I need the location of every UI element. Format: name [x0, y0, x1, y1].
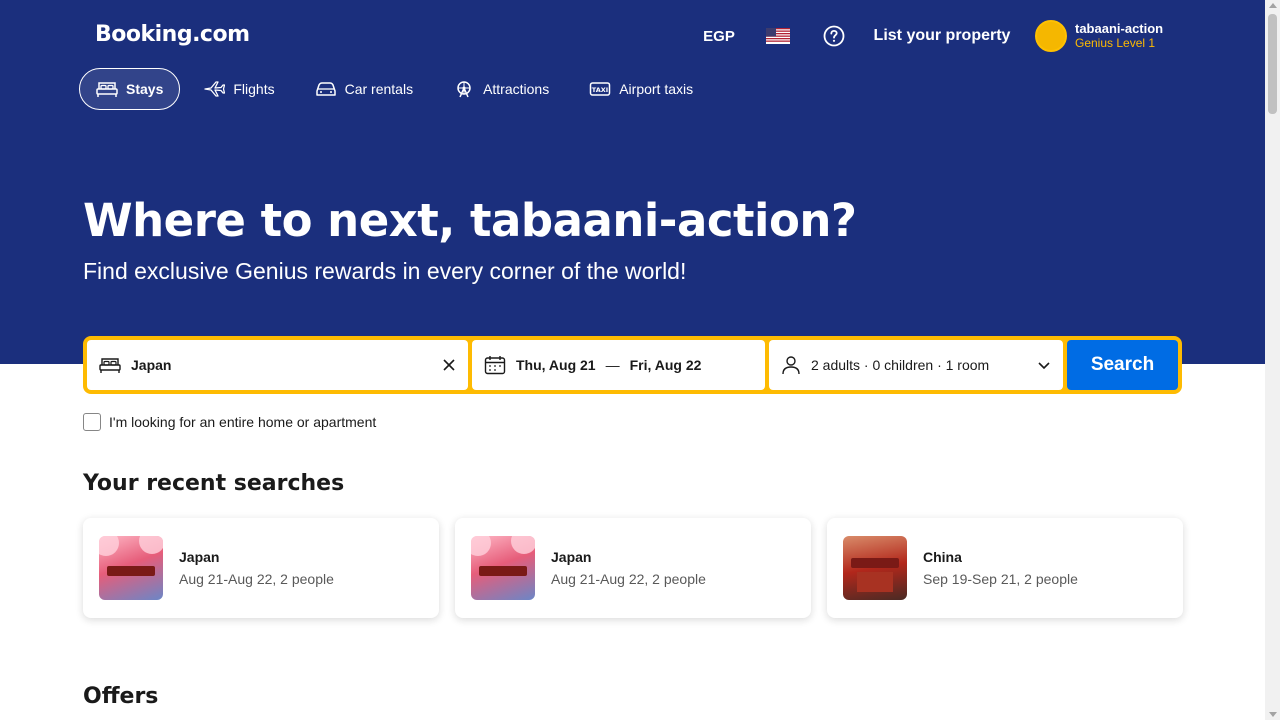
person-icon: [782, 356, 800, 375]
checkout-date[interactable]: Fri, Aug 22: [630, 357, 702, 373]
account-name: tabaani-action: [1075, 21, 1164, 36]
tab-label: Attractions: [483, 81, 550, 97]
clear-icon[interactable]: [442, 358, 456, 372]
plane-icon: [204, 81, 226, 97]
destination-thumbnail: [843, 536, 907, 600]
hero-title: Where to next, tabaani-action?: [83, 194, 857, 247]
recent-searches-list: Japan Aug 21-Aug 22, 2 people Japan Aug …: [83, 518, 1183, 618]
genius-level: Genius Level 1: [1075, 35, 1156, 50]
hero-banner: Where to next, tabaani-action? Find excl…: [0, 124, 1280, 364]
tab-attractions[interactable]: Attractions: [436, 68, 566, 110]
taxi-icon: TAXI: [589, 82, 611, 96]
recent-search-city: Japan: [179, 549, 220, 565]
search-button[interactable]: Search: [1067, 340, 1178, 390]
entire-home-option[interactable]: I'm looking for an entire home or apartm…: [83, 413, 376, 431]
tab-label: Flights: [233, 81, 275, 97]
car-icon: [315, 82, 336, 96]
entire-home-checkbox[interactable]: [83, 413, 101, 431]
tab-label: Stays: [126, 81, 164, 97]
attractions-icon: [457, 81, 471, 98]
scroll-thumb[interactable]: [1268, 14, 1277, 114]
currency-label: EGP: [703, 27, 735, 45]
date-separator: —: [605, 357, 620, 373]
search-bar: Thu, Aug 21 — Fri, Aug 22 2 adults · 0 c…: [83, 336, 1182, 394]
recent-search-card[interactable]: Japan Aug 21-Aug 22, 2 people: [83, 518, 439, 618]
destination-field[interactable]: [87, 340, 468, 390]
header: Booking.com EGP List your property tabaa…: [0, 0, 1280, 124]
avatar: [1035, 20, 1067, 52]
checkin-date[interactable]: Thu, Aug 21: [516, 357, 596, 373]
chevron-down-icon: [1038, 362, 1050, 370]
tab-label: Airport taxis: [619, 81, 694, 97]
recent-searches-title: Your recent searches: [83, 471, 345, 496]
offers-title: Offers: [83, 684, 159, 709]
bed-icon: [99, 358, 121, 373]
page-scrollbar[interactable]: [1265, 0, 1280, 720]
dates-field[interactable]: Thu, Aug 21 — Fri, Aug 22: [472, 340, 765, 390]
calendar-icon: [484, 356, 506, 375]
destination-thumbnail: [99, 536, 163, 600]
flag-icon: [766, 28, 790, 44]
destination-input[interactable]: [131, 357, 411, 373]
scroll-down-arrow[interactable]: [1269, 712, 1277, 717]
list-property-label: List your property: [873, 27, 1011, 44]
bed-icon: [96, 82, 118, 97]
recent-search-card[interactable]: China Sep 19-Sep 21, 2 people: [827, 518, 1183, 618]
booking-logo[interactable]: Booking.com: [95, 22, 250, 47]
destination-thumbnail: [471, 536, 535, 600]
account-menu[interactable]: tabaani-action Genius Level 1: [1027, 12, 1178, 60]
hero-subtitle: Find exclusive Genius rewards in every c…: [83, 258, 687, 284]
tab-flights[interactable]: Flights: [186, 68, 291, 110]
currency-button[interactable]: EGP: [693, 12, 745, 60]
recent-search-details: Aug 21-Aug 22, 2 people: [551, 571, 706, 587]
list-property-button[interactable]: List your property: [865, 12, 1019, 60]
language-button[interactable]: [754, 12, 802, 60]
scroll-up-arrow[interactable]: [1269, 3, 1277, 8]
recent-search-details: Sep 19-Sep 21, 2 people: [923, 571, 1078, 587]
help-button[interactable]: [810, 12, 858, 60]
recent-search-city: China: [923, 549, 962, 565]
tab-car-rentals[interactable]: Car rentals: [298, 68, 430, 110]
recent-search-card[interactable]: Japan Aug 21-Aug 22, 2 people: [455, 518, 811, 618]
svg-text:TAXI: TAXI: [592, 86, 608, 94]
tab-label: Car rentals: [344, 81, 414, 97]
tab-stays[interactable]: Stays: [79, 68, 181, 110]
guests-field[interactable]: 2 adults · 0 children · 1 room: [769, 340, 1063, 390]
guests-summary: 2 adults · 0 children · 1 room: [811, 357, 990, 373]
entire-home-label[interactable]: I'm looking for an entire home or apartm…: [109, 414, 376, 430]
recent-search-details: Aug 21-Aug 22, 2 people: [179, 571, 334, 587]
tab-airport-taxis[interactable]: TAXI Airport taxis: [572, 68, 710, 110]
product-tabs: Stays Flights Car rentals Attractions TA…: [79, 68, 710, 110]
question-icon: [823, 25, 845, 47]
recent-search-city: Japan: [551, 549, 592, 565]
